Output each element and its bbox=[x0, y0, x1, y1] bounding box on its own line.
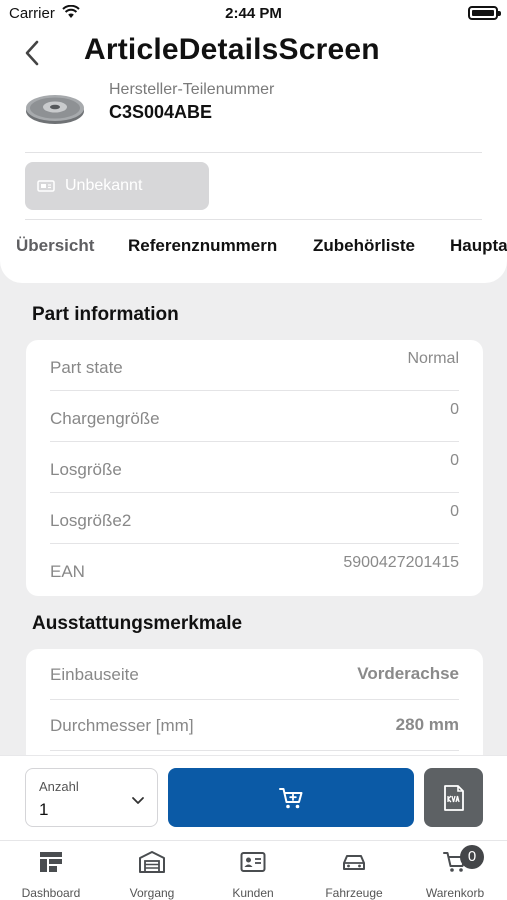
tab-main-articles[interactable]: Hauptartikel bbox=[450, 236, 507, 256]
tabbar-item-kunden[interactable]: Kunden bbox=[203, 841, 303, 900]
tabbar-label: Fahrzeuge bbox=[325, 886, 383, 900]
brake-disc-image bbox=[24, 92, 86, 126]
tabbar-item-warenkorb[interactable]: Warenkorb bbox=[405, 841, 505, 900]
tab-accessories[interactable]: Zubehörliste bbox=[313, 236, 415, 256]
back-button[interactable] bbox=[18, 38, 46, 68]
header-card: Carrier 2:44 PM ArticleDetailsScreen Her… bbox=[0, 0, 507, 283]
action-bar: Anzahl 1 bbox=[0, 755, 507, 840]
part-information-card: Part state Normal Chargengröße 0 Losgröß… bbox=[26, 340, 483, 596]
tabbar-label: Dashboard bbox=[21, 886, 81, 900]
section-title-features: Ausstattungsmerkmale bbox=[32, 613, 243, 634]
cart-count-badge: 0 bbox=[460, 845, 484, 869]
row-label: EAN bbox=[50, 562, 85, 581]
row-value: 280 mm bbox=[395, 715, 459, 734]
part-number: C3S004ABE bbox=[109, 102, 213, 122]
divider bbox=[25, 219, 482, 220]
info-row: Chargengröße 0 bbox=[50, 391, 459, 442]
tabbar-item-vorgang[interactable]: Vorgang bbox=[102, 841, 202, 900]
tab-reference-numbers[interactable]: Referenznummern bbox=[128, 236, 277, 256]
add-to-cart-button[interactable] bbox=[168, 768, 414, 827]
info-row: Einbauseite Vorderachse bbox=[50, 649, 459, 700]
dashboard-icon bbox=[1, 851, 101, 875]
row-label: Durchmesser [mm] bbox=[50, 716, 194, 735]
tabbar-label: Vorgang bbox=[129, 886, 175, 900]
row-value: 0 bbox=[450, 452, 459, 469]
stock-icon bbox=[37, 179, 55, 193]
status-bar: Carrier 2:44 PM bbox=[0, 0, 507, 28]
row-label: Losgröße bbox=[50, 460, 122, 479]
part-number-label: Hersteller-Teilenummer bbox=[109, 81, 275, 98]
cart-icon bbox=[405, 851, 505, 875]
row-value: 0 bbox=[450, 503, 459, 520]
cart-plus-icon bbox=[279, 787, 303, 808]
info-row: Durchmesser [mm] 280 mm bbox=[50, 700, 459, 751]
divider bbox=[50, 750, 459, 751]
row-value: Normal bbox=[407, 350, 459, 367]
tab-overview[interactable]: Übersicht bbox=[16, 236, 94, 256]
row-label: Chargengröße bbox=[50, 409, 160, 428]
quantity-value: 1 bbox=[39, 800, 49, 819]
tabbar-item-fahrzeuge[interactable]: Fahrzeuge bbox=[304, 841, 404, 900]
tabbar-label: Kunden bbox=[232, 886, 274, 900]
info-row: Losgröße 0 bbox=[50, 442, 459, 493]
chevron-down-icon bbox=[131, 792, 145, 810]
car-icon bbox=[304, 851, 404, 875]
tabbar-item-dashboard[interactable]: Dashboard bbox=[1, 841, 101, 900]
chevron-left-icon bbox=[25, 40, 39, 66]
row-value: 0 bbox=[450, 401, 459, 418]
garage-icon bbox=[102, 851, 202, 875]
row-value: Vorderachse bbox=[357, 664, 459, 683]
tab-bar-top: Übersicht Referenznummern Zubehörliste H… bbox=[0, 236, 507, 264]
availability-label: Unbekannt bbox=[65, 177, 143, 194]
divider bbox=[25, 152, 482, 153]
section-title-part-information: Part information bbox=[32, 304, 179, 325]
row-label: Losgröße2 bbox=[50, 511, 132, 530]
row-label: Einbauseite bbox=[50, 665, 139, 684]
page-title: ArticleDetailsScreen bbox=[84, 33, 380, 66]
clock: 2:44 PM bbox=[225, 5, 282, 22]
info-row: EAN 5900427201415 bbox=[50, 544, 459, 595]
info-row: Part state Normal bbox=[50, 340, 459, 391]
bottom-tab-bar: Dashboard Vorgang Kunden Fahrzeuge Waren… bbox=[0, 840, 507, 900]
kva-document-icon bbox=[443, 784, 464, 811]
tabbar-label: Warenkorb bbox=[425, 886, 485, 900]
row-label: Part state bbox=[50, 358, 123, 377]
info-row: Losgröße2 0 bbox=[50, 493, 459, 544]
quantity-label: Anzahl bbox=[39, 779, 79, 794]
battery-icon bbox=[468, 6, 501, 20]
customer-card-icon bbox=[203, 851, 303, 875]
quote-button[interactable] bbox=[424, 768, 483, 827]
row-value: 5900427201415 bbox=[343, 554, 459, 571]
article-details-screen: Carrier 2:44 PM ArticleDetailsScreen Her… bbox=[0, 0, 507, 900]
quantity-select[interactable]: Anzahl 1 bbox=[25, 768, 158, 827]
availability-chip: Unbekannt bbox=[25, 162, 209, 210]
